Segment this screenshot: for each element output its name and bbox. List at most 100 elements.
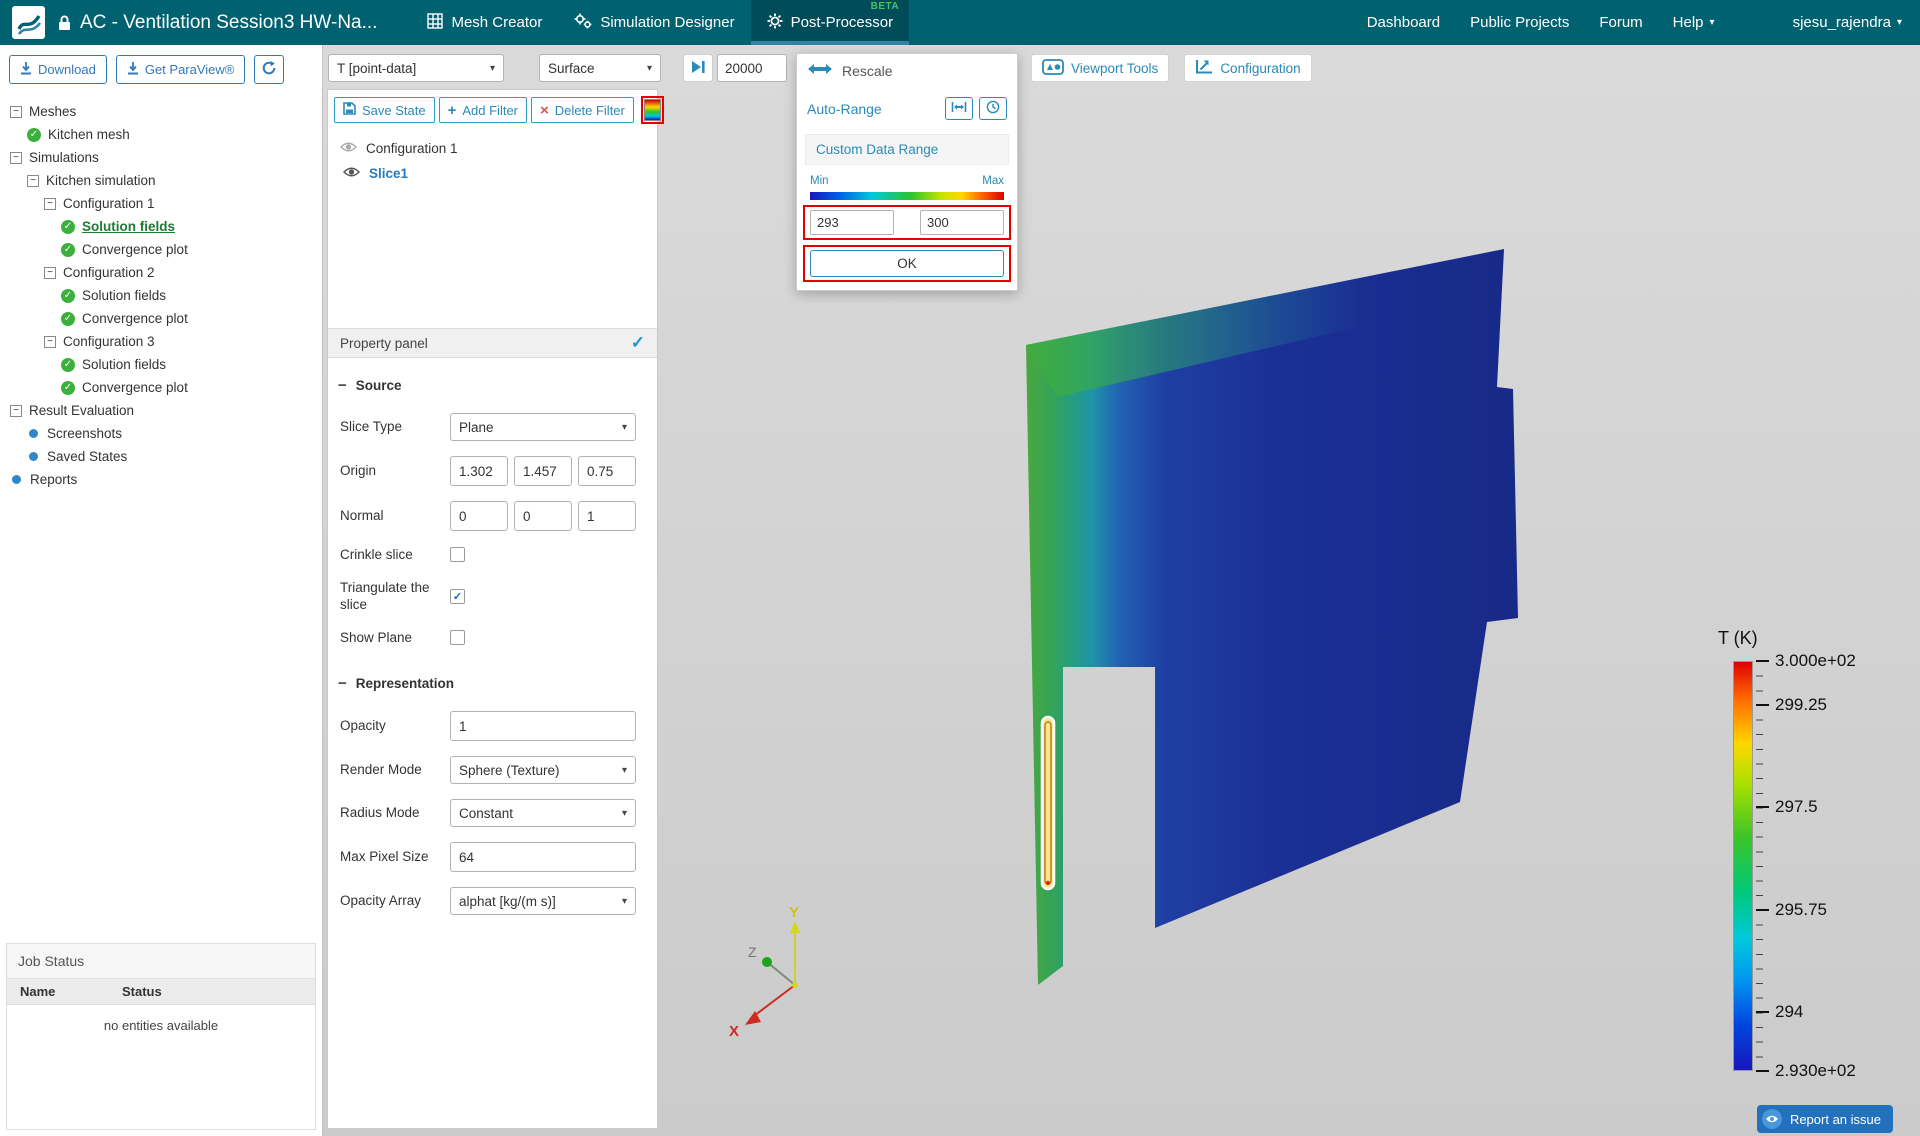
simscale-logo[interactable] (12, 6, 45, 39)
tree-item-solution-fields-8[interactable]: ✓Solution fields (0, 284, 322, 307)
crinkle-slice-checkbox[interactable] (450, 547, 465, 562)
collapse-icon[interactable]: − (27, 175, 39, 187)
origin-y-input[interactable] (514, 456, 572, 486)
report-issue-button[interactable]: Report an issue (1757, 1105, 1893, 1133)
save-state-button[interactable]: Save State (334, 97, 435, 123)
delete-filter-button[interactable]: × Delete Filter (531, 97, 634, 123)
range-time-button[interactable] (979, 97, 1007, 120)
nav-user-menu[interactable]: sjesu_rajendra▾ (1793, 14, 1902, 31)
triangulate-checkbox[interactable]: ✓ (450, 589, 465, 604)
rescale-button[interactable]: Rescale (797, 54, 1017, 89)
tab-simulation-designer[interactable]: Simulation Designer (558, 0, 750, 45)
tree-item-convergence-plot-6[interactable]: ✓Convergence plot (0, 238, 322, 261)
sidebar-tree: −Meshes✓Kitchen mesh−Simulations−Kitchen… (0, 92, 322, 937)
origin-z-input[interactable] (578, 456, 636, 486)
normal-z-input[interactable] (578, 501, 636, 531)
heat-source (1042, 717, 1054, 889)
collapse-icon[interactable]: − (44, 198, 56, 210)
tree-item-configuration-1-4[interactable]: −Configuration 1 (0, 192, 322, 215)
normal-y-input[interactable] (514, 501, 572, 531)
refresh-icon (262, 61, 276, 78)
tree-item-label: Solution fields (82, 288, 166, 303)
add-filter-button[interactable]: + Add Filter (439, 97, 527, 123)
check-icon: ✓ (61, 312, 75, 326)
opacity-array-select[interactable]: alphat [kg/(m s)]▾ (450, 887, 636, 915)
auto-range-button[interactable]: Auto-Range (807, 101, 882, 117)
tree-item-label: Solution fields (82, 357, 166, 372)
tree-item-reports-16[interactable]: Reports (0, 468, 322, 491)
nav-forum[interactable]: Forum (1599, 14, 1642, 31)
representation-select[interactable]: Surface▾ (539, 54, 661, 82)
beta-badge: BETA (871, 1, 899, 12)
apply-check-icon[interactable]: ✓ (631, 333, 645, 353)
nav-dashboard[interactable]: Dashboard (1367, 14, 1440, 31)
render-mode-select[interactable]: Sphere (Texture)▾ (450, 756, 636, 784)
tree-item-convergence-plot-9[interactable]: ✓ Convergence plot (0, 307, 322, 330)
collapse-icon[interactable]: − (44, 336, 56, 348)
viewport-tools-icon (1042, 59, 1064, 78)
check-icon: ✓ (61, 381, 75, 395)
tree-item-result-evaluation-13[interactable]: −Result Evaluation (0, 399, 322, 422)
tree-item-solution-fields-11[interactable]: ✓Solution fields (0, 353, 322, 376)
max-pixel-size-input[interactable] (450, 842, 636, 872)
configuration-button[interactable]: Configuration (1184, 54, 1311, 82)
caret-down-icon: ▾ (490, 63, 495, 74)
logo-swirl-icon (16, 10, 42, 36)
viewport-tools-button[interactable]: Viewport Tools (1031, 54, 1169, 82)
check-icon: ✓ (61, 243, 75, 257)
tree-item-convergence-plot-12[interactable]: ✓Convergence plot (0, 376, 322, 399)
range-min-input[interactable] (810, 210, 894, 235)
origin-x-input[interactable] (450, 456, 508, 486)
get-paraview-button[interactable]: Get ParaView® (116, 55, 246, 84)
tree-item-configuration-2-7[interactable]: −Configuration 2 (0, 261, 322, 284)
frame-input[interactable] (717, 54, 787, 82)
nav-public-projects[interactable]: Public Projects (1470, 14, 1569, 31)
eye-icon[interactable] (340, 141, 357, 156)
play-button[interactable] (683, 54, 713, 82)
range-expand-button[interactable] (945, 97, 973, 120)
collapse-icon[interactable]: − (10, 405, 22, 417)
tree-item-screenshots-14[interactable]: Screenshots (0, 422, 322, 445)
filter-item-configuration-1[interactable]: Configuration 1 (328, 136, 657, 161)
source-section-header[interactable]: − Source (328, 378, 657, 393)
show-plane-checkbox[interactable] (450, 630, 465, 645)
tree-item-label: Configuration 3 (63, 334, 155, 349)
radius-mode-select[interactable]: Constant▾ (450, 799, 636, 827)
tree-item-meshes-0[interactable]: −Meshes (0, 100, 322, 123)
download-button[interactable]: Download (9, 55, 107, 84)
tab-mesh-creator[interactable]: Mesh Creator (411, 0, 558, 45)
tree-item-kitchen-mesh-1[interactable]: ✓Kitchen mesh (0, 123, 322, 146)
ok-button[interactable]: OK (810, 250, 1004, 277)
tree-item-label: Convergence plot (82, 311, 188, 326)
normal-label: Normal (340, 507, 450, 525)
normal-x-input[interactable] (450, 501, 508, 531)
refresh-button[interactable] (254, 55, 284, 84)
field-select[interactable]: T [point-data]▾ (328, 54, 504, 82)
tree-item-configuration-3-10[interactable]: −Configuration 3 (0, 330, 322, 353)
colormap-button[interactable] (641, 96, 664, 124)
collapse-icon[interactable]: − (10, 152, 22, 164)
project-title[interactable]: AC - Ventilation Session3 HW-Na... (80, 12, 377, 34)
tree-item-kitchen-simulation-3[interactable]: −Kitchen simulation (0, 169, 322, 192)
slice-type-select[interactable]: Plane▾ (450, 413, 636, 441)
legend-ticks: 3.000e+02299.25297.5295.752942.930e+02 (1718, 661, 1913, 1072)
representation-section-header[interactable]: − Representation (328, 676, 657, 691)
tree-item-label: Saved States (47, 449, 127, 464)
check-icon: ✓ (61, 220, 75, 234)
tab-post-processor[interactable]: BETA Post-Processor (751, 0, 910, 45)
tree-item-saved-states-15[interactable]: Saved States (0, 445, 322, 468)
min-label: Min (810, 175, 829, 187)
tree-item-simulations-2[interactable]: −Simulations (0, 146, 322, 169)
max-label: Max (982, 175, 1004, 187)
tree-item-solution-fields-5[interactable]: ✓Solution fields (0, 215, 322, 238)
opacity-input[interactable] (450, 711, 636, 741)
filter-item-slice1[interactable]: Slice1 (328, 161, 657, 186)
mesh-creator-icon (427, 13, 443, 33)
legend-tick-mark (1756, 660, 1769, 662)
range-max-input[interactable] (920, 210, 1004, 235)
main-area: Y Z X T (K) 3.000e+02299.25297.5295.7529… (323, 45, 1920, 1136)
collapse-icon[interactable]: − (44, 267, 56, 279)
collapse-icon[interactable]: − (10, 106, 22, 118)
nav-help[interactable]: Help▾ (1673, 14, 1715, 31)
eye-icon[interactable] (343, 166, 360, 181)
